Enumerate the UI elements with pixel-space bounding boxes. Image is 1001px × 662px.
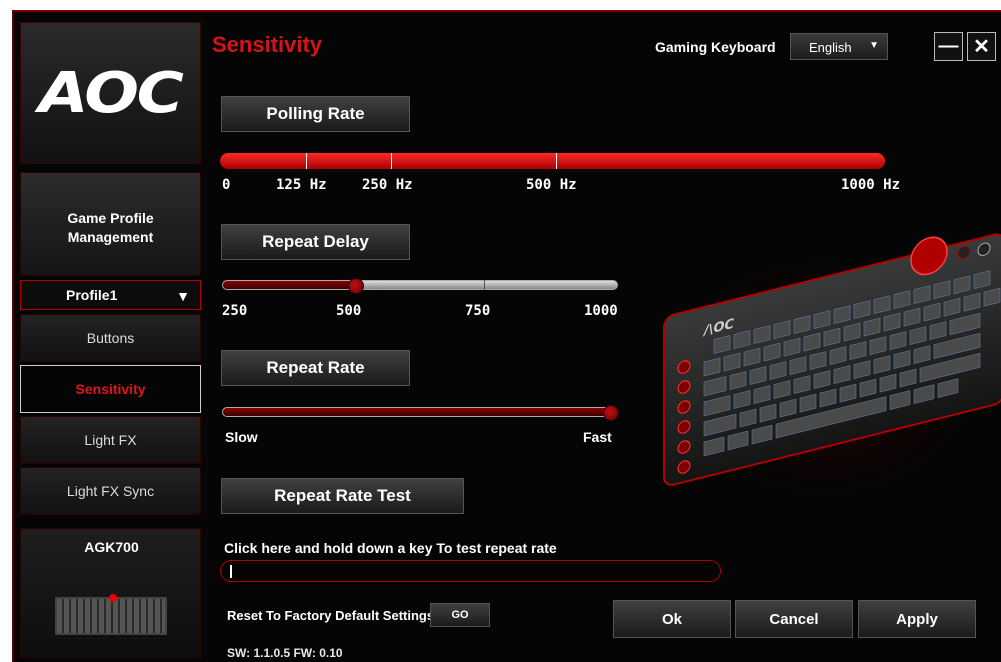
close-icon: ✕ <box>973 36 990 58</box>
repeat-delay-tick <box>484 280 485 290</box>
ok-button[interactable]: Ok <box>613 600 731 638</box>
repeat-rate-max-label: Fast <box>583 429 612 445</box>
reset-label: Reset To Factory Default Settings <box>227 608 435 623</box>
language-dropdown[interactable]: English ▼ <box>790 33 888 60</box>
polling-rate-tick-250 <box>391 153 392 169</box>
polling-rate-tick-125 <box>306 153 307 169</box>
logo-text: AOC <box>39 60 184 126</box>
polling-rate-scale-500: 500 Hz <box>526 177 577 193</box>
profile-dropdown-value: Profile1 <box>66 287 118 303</box>
profile-dropdown[interactable]: Profile1 ▼ <box>20 280 201 310</box>
polling-rate-scale-250: 250 Hz <box>362 177 413 193</box>
keyboard-illustration: /\OC <box>644 233 1001 517</box>
repeat-rate-test-input[interactable] <box>220 560 721 582</box>
sidebar-item-label: Light FX Sync <box>66 483 155 499</box>
aoc-logo: AOC <box>20 22 201 164</box>
sidebar-item-sensitivity[interactable]: Sensitivity <box>20 365 201 413</box>
game-profile-management-button[interactable]: Game Profile Management <box>20 172 201 276</box>
repeat-delay-fill <box>223 281 357 289</box>
repeat-delay-scale-750: 750 <box>465 303 491 319</box>
sidebar-item-light-fx-sync[interactable]: Light FX Sync <box>20 467 201 515</box>
device-name: AGK700 <box>84 539 139 555</box>
repeat-rate-label: Repeat Rate <box>266 358 365 377</box>
polling-rate-tick-500 <box>556 153 557 169</box>
polling-rate-scale-125: 125 Hz <box>276 177 327 193</box>
sidebar: AOC Game Profile Management Profile1 ▼ B… <box>20 22 201 658</box>
repeat-delay-scale-500: 500 <box>336 303 362 319</box>
close-button[interactable]: ✕ <box>967 32 996 61</box>
sidebar-item-light-fx[interactable]: Light FX <box>20 416 201 464</box>
cancel-button[interactable]: Cancel <box>735 600 853 638</box>
polling-rate-label: Polling Rate <box>266 104 365 123</box>
reset-go-button[interactable]: GO <box>430 603 490 627</box>
repeat-rate-button[interactable]: Repeat Rate <box>221 350 410 386</box>
repeat-rate-test-instruction: Click here and hold down a key To test r… <box>224 540 557 556</box>
sidebar-item-buttons[interactable]: Buttons <box>20 314 201 362</box>
repeat-rate-handle[interactable] <box>603 405 619 421</box>
polling-rate-slider[interactable] <box>220 153 885 169</box>
device-type-label: Gaming Keyboard <box>655 39 776 55</box>
repeat-delay-handle[interactable] <box>348 278 364 294</box>
game-profile-management-label: Game Profile Management <box>67 210 154 245</box>
dropdown-triangle-icon: ▼ <box>176 288 190 304</box>
repeat-rate-slider[interactable] <box>222 407 618 417</box>
repeat-rate-min-label: Slow <box>225 429 258 445</box>
repeat-delay-button[interactable]: Repeat Delay <box>221 224 410 260</box>
ok-label: Ok <box>661 610 682 628</box>
sidebar-item-label: Sensitivity <box>75 381 146 397</box>
sidebar-item-label: Buttons <box>86 330 135 346</box>
text-caret <box>230 565 232 578</box>
apply-button[interactable]: Apply <box>858 600 976 638</box>
polling-rate-scale-1000: 1000 Hz <box>841 177 901 193</box>
cancel-label: Cancel <box>769 610 819 628</box>
repeat-rate-test-label: Repeat Rate Test <box>274 486 411 505</box>
app-window: AOC Game Profile Management Profile1 ▼ B… <box>12 10 1001 662</box>
repeat-rate-fill <box>223 408 613 416</box>
repeat-delay-slider[interactable] <box>222 280 618 290</box>
repeat-delay-scale-1000: 1000 <box>584 303 618 319</box>
polling-rate-button[interactable]: Polling Rate <box>221 96 410 132</box>
language-value: English <box>809 40 852 55</box>
go-label: GO <box>451 609 469 621</box>
repeat-rate-test-button[interactable]: Repeat Rate Test <box>221 478 464 514</box>
device-panel: AGK700 <box>20 528 201 658</box>
page-title: Sensitivity <box>212 32 323 57</box>
repeat-delay-scale-250: 250 <box>222 303 248 319</box>
minimize-button[interactable]: — <box>934 32 963 61</box>
minimize-icon: — <box>938 35 959 57</box>
apply-label: Apply <box>896 610 938 628</box>
repeat-delay-label: Repeat Delay <box>262 232 369 251</box>
version-text: SW: 1.1.0.5 FW: 0.10 <box>227 646 343 660</box>
volume-knob-icon <box>109 594 117 602</box>
sidebar-item-label: Light FX <box>84 432 137 448</box>
polling-rate-scale-0: 0 <box>222 177 231 193</box>
keyboard-thumbnail-icon[interactable] <box>55 594 167 635</box>
chevron-down-icon: ▼ <box>869 40 879 51</box>
